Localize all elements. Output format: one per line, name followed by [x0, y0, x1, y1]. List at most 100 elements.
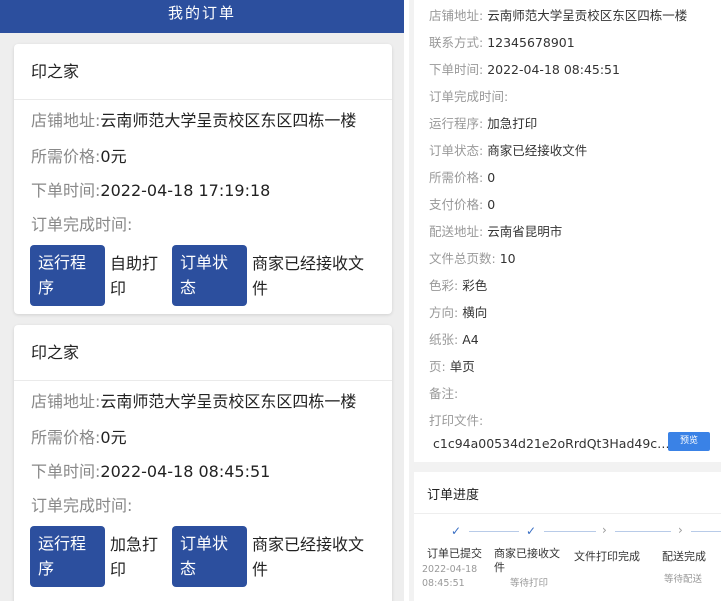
progress-connector	[615, 531, 671, 532]
program-value-line1: 加急打	[110, 535, 159, 554]
detail-row-price: 所需价格: 0	[429, 167, 495, 186]
complete-time-label: 订单完成时间:	[31, 215, 133, 234]
detail-label: 店铺地址:	[429, 8, 484, 23]
detail-value: 云南省昆明市	[487, 224, 563, 239]
detail-label: 色彩:	[429, 278, 459, 293]
complete-time-row: 订单完成时间:	[31, 492, 132, 516]
detail-value: 12345678901	[487, 35, 575, 50]
detail-label: 方向:	[429, 305, 459, 320]
detail-value: 商家已经接收文件	[487, 143, 588, 158]
address-label: 店铺地址:	[31, 111, 101, 130]
program-chip[interactable]: 运行程 序	[30, 245, 105, 306]
price-row: 所需价格:0元	[31, 424, 127, 448]
status-value: 商家已经接收文 件	[252, 251, 364, 301]
price-value: 0元	[100, 147, 127, 166]
detail-row-paper: 纸张: A4	[429, 329, 479, 348]
detail-label: 订单完成时间:	[429, 89, 509, 104]
step-sub-waiting-delivery: 等待配送	[664, 574, 703, 585]
address-row: 店铺地址:云南师范大学呈贡校区东区四栋一楼	[31, 107, 356, 131]
program-value-line2: 印	[110, 279, 127, 298]
order-card[interactable]: 印之家 店铺地址:云南师范大学呈贡校区东区四栋一楼 所需价格:0元 下单时间:2…	[14, 44, 392, 314]
progress-connector	[544, 531, 596, 532]
detail-value: 2022-04-18 08:45:51	[487, 62, 620, 77]
order-detail-card: 店铺地址: 云南师范大学呈贡校区东区四栋一楼 联系方式: 12345678901…	[414, 0, 721, 462]
detail-row-color: 色彩: 彩色	[429, 275, 487, 294]
detail-row-status: 订单状态: 商家已经接收文件	[429, 140, 587, 159]
detail-label: 订单状态:	[429, 143, 484, 158]
program-chip-line2: 序	[38, 278, 55, 297]
address-row: 店铺地址:云南师范大学呈贡校区东区四栋一楼	[31, 388, 356, 412]
detail-row-order-time: 下单时间: 2022-04-18 08:45:51	[429, 59, 620, 78]
step-sub-waiting-print: 等待打印	[510, 578, 549, 589]
order-time-label: 下单时间:	[31, 181, 101, 200]
detail-row-orientation: 方向: 横向	[429, 302, 487, 321]
detail-row-paid: 支付价格: 0	[429, 194, 495, 213]
step-label-submitted: 订单已提交	[427, 547, 482, 560]
detail-label: 配送地址:	[429, 224, 484, 239]
order-time-value: 2022-04-18 08:45:51	[100, 462, 271, 481]
price-value: 0元	[100, 428, 127, 447]
progress-connector	[691, 531, 721, 532]
address-label: 店铺地址:	[31, 392, 101, 411]
price-row: 所需价格:0元	[31, 143, 127, 167]
address-value: 云南师范大学呈贡校区东区四栋一楼	[100, 111, 357, 130]
address-value: 云南师范大学呈贡校区东区四栋一楼	[100, 392, 357, 411]
step-label-received: 商家已接收文	[494, 547, 560, 560]
status-chip[interactable]: 订单状 态	[172, 245, 247, 306]
detail-label: 运行程序:	[429, 116, 484, 131]
detail-value: A4	[462, 332, 479, 347]
detail-value: 0	[487, 170, 496, 185]
detail-label: 页:	[429, 359, 446, 374]
detail-label: 联系方式:	[429, 35, 484, 50]
detail-row-program: 运行程序: 加急打印	[429, 113, 537, 132]
preview-button[interactable]: 预览	[668, 432, 710, 451]
detail-label: 备注:	[429, 386, 459, 401]
program-value-line1: 自助打	[110, 254, 159, 273]
order-time-row: 下单时间:2022-04-18 17:19:18	[31, 177, 270, 201]
detail-row-delivery: 配送地址: 云南省昆明市	[429, 221, 562, 240]
order-time-value: 2022-04-18 17:19:18	[100, 181, 271, 200]
shop-name: 印之家	[14, 325, 392, 381]
file-name-link[interactable]: c1c94a00534d21e2oRrdQt3Had49c…	[433, 436, 670, 451]
detail-row-file: 打印文件:	[429, 410, 483, 429]
chevron-right-icon: ›	[602, 523, 607, 537]
status-chip[interactable]: 订单状 态	[172, 526, 247, 587]
price-label: 所需价格:	[31, 147, 101, 166]
status-chip-line2: 态	[180, 559, 197, 578]
page-title: 我的订单	[0, 0, 404, 33]
check-icon: ✓	[451, 524, 462, 538]
detail-value: 单页	[449, 359, 475, 374]
detail-row-contact: 联系方式: 12345678901	[429, 32, 575, 51]
detail-value: 横向	[462, 305, 488, 320]
status-value-line2: 件	[252, 560, 269, 579]
detail-value: 加急打印	[487, 116, 538, 131]
complete-time-row: 订单完成时间:	[31, 211, 132, 235]
order-list-panel: 我的订单 印之家 店铺地址:云南师范大学呈贡校区东区四栋一楼 所需价格:0元 下…	[0, 0, 404, 601]
order-time-label: 下单时间:	[31, 462, 101, 481]
divider	[414, 513, 721, 514]
detail-label: 打印文件:	[429, 413, 484, 428]
program-chip-line2: 序	[38, 559, 55, 578]
status-chip-line2: 态	[180, 278, 197, 297]
detail-label: 纸张:	[429, 332, 459, 347]
price-label: 所需价格:	[31, 428, 101, 447]
status-value-line1: 商家已经接收文	[252, 254, 365, 273]
step-sub-date: 2022-04-18	[422, 564, 478, 575]
program-value-line2: 印	[110, 560, 127, 579]
detail-row-pages: 文件总页数: 10	[429, 248, 516, 267]
detail-value: 10	[499, 251, 516, 266]
order-card[interactable]: 印之家 店铺地址:云南师范大学呈贡校区东区四栋一楼 所需价格:0元 下单时间:2…	[14, 325, 392, 601]
chevron-right-icon: ›	[678, 523, 683, 537]
step-sub-time: 08:45:51	[422, 578, 465, 589]
detail-value: 云南师范大学呈贡校区东区四栋一楼	[487, 8, 688, 23]
program-value: 加急打 印	[110, 532, 158, 582]
complete-time-label: 订单完成时间:	[31, 496, 133, 515]
program-chip-line1: 运行程	[38, 534, 87, 553]
progress-title: 订单进度	[427, 488, 480, 503]
program-value: 自助打 印	[110, 251, 158, 301]
program-chip[interactable]: 运行程 序	[30, 526, 105, 587]
detail-label: 所需价格:	[429, 170, 484, 185]
detail-label: 支付价格:	[429, 197, 484, 212]
step-label-received-line2: 件	[494, 561, 505, 574]
progress-connector	[469, 531, 519, 532]
